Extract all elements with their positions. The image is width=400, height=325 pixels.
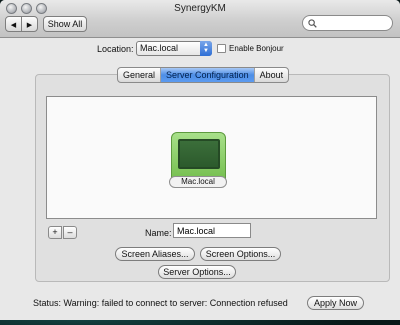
- apply-now-button[interactable]: Apply Now: [307, 296, 364, 310]
- location-value: Mac.local: [140, 43, 179, 53]
- monitor-icon: [178, 139, 220, 169]
- tab-bar: General Server Configuration About: [117, 67, 290, 83]
- screen-options-button[interactable]: Screen Options...: [200, 247, 281, 261]
- search-field[interactable]: [302, 15, 393, 31]
- select-arrows-icon: ▲ ▼: [200, 41, 212, 56]
- enable-bonjour-label: Enable Bonjour: [229, 44, 284, 53]
- remove-screen-button[interactable]: –: [63, 226, 77, 239]
- name-label: Name:: [145, 228, 172, 238]
- location-select[interactable]: Mac.local ▲ ▼: [136, 41, 212, 56]
- enable-bonjour-checkbox[interactable]: [217, 44, 226, 53]
- show-all-button[interactable]: Show All: [43, 16, 87, 32]
- location-label: Location:: [97, 44, 134, 54]
- back-arrow-icon: ◀: [10, 22, 17, 29]
- add-screen-button[interactable]: +: [48, 226, 62, 239]
- server-options-button[interactable]: Server Options...: [158, 265, 236, 279]
- preferences-window: SynergyKM ◀ ▶ Show All Location: Mac.loc…: [0, 0, 400, 320]
- title-bar: SynergyKM ◀ ▶ Show All: [0, 0, 400, 38]
- tab-about[interactable]: About: [255, 68, 289, 82]
- screen-monitor-label: Mac.local: [169, 176, 227, 188]
- screen-name-input[interactable]: [173, 223, 251, 238]
- forward-arrow-icon: ▶: [26, 22, 33, 29]
- search-icon: [308, 19, 317, 28]
- back-button[interactable]: ◀: [5, 16, 22, 32]
- tab-server-configuration[interactable]: Server Configuration: [161, 68, 255, 82]
- status-text: Status: Warning: failed to connect to se…: [33, 298, 288, 308]
- window-title: SynergyKM: [174, 3, 226, 14]
- screen-aliases-button[interactable]: Screen Aliases...: [115, 247, 195, 261]
- tab-general[interactable]: General: [118, 68, 162, 82]
- forward-button[interactable]: ▶: [21, 16, 38, 32]
